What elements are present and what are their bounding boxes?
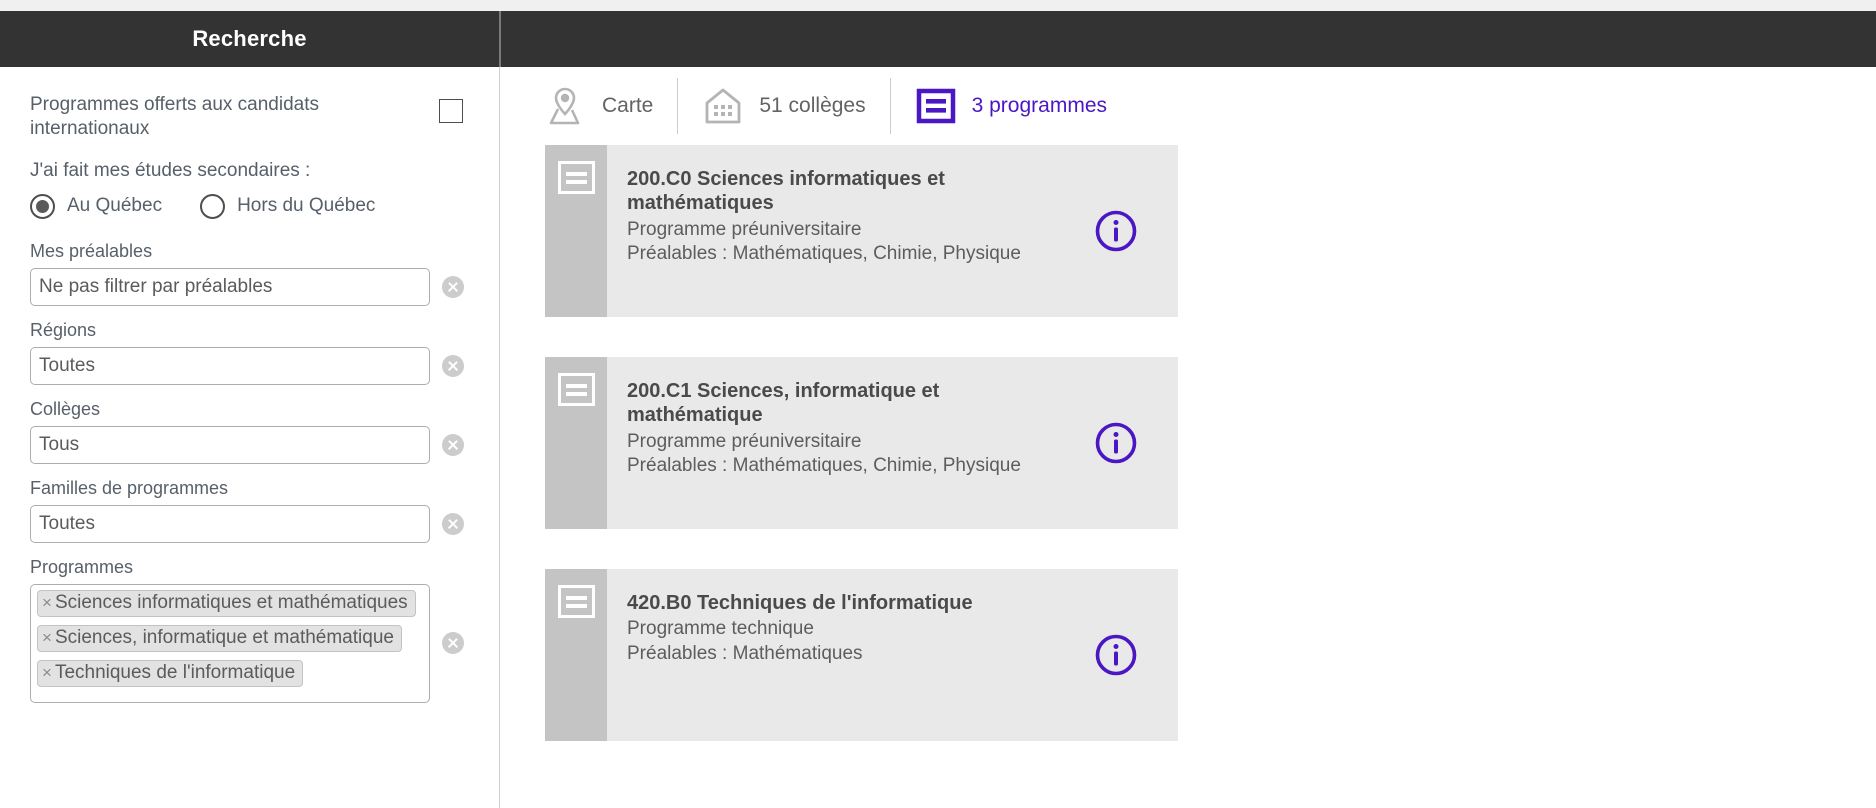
radio-au-quebec-label: Au Québec <box>67 195 162 217</box>
programme-tag-label: Techniques de l'informatique <box>55 662 295 683</box>
studies-question-label: J'ai fait mes études secondaires : <box>30 160 469 182</box>
card-body: 200.C1 Sciences, informatique et mathéma… <box>607 357 1178 529</box>
header-left-panel: Recherche <box>0 11 499 67</box>
toolbar-separator <box>890 78 891 134</box>
studies-radio-group: Au Québec Hors du Québec <box>30 194 469 219</box>
card-title: 420.B0 Techniques de l'informatique <box>627 591 1027 615</box>
field-colleges: Collèges <box>30 399 469 464</box>
international-programs-checkbox[interactable] <box>439 99 463 123</box>
tab-colleges[interactable]: 51 collèges <box>702 77 865 135</box>
list-icon <box>558 161 595 194</box>
info-icon[interactable] <box>1094 633 1138 677</box>
tag-remove-icon[interactable]: × <box>42 663 52 682</box>
radio-au-quebec[interactable] <box>30 194 55 219</box>
familles-input[interactable] <box>30 505 430 543</box>
map-pin-icon <box>545 85 587 127</box>
programme-tag[interactable]: ×Sciences, informatique et mathématique <box>37 625 402 652</box>
field-regions: Régions <box>30 320 469 385</box>
list-icon <box>915 85 957 127</box>
prealables-input[interactable] <box>30 268 430 306</box>
field-programmes-label: Programmes <box>30 557 469 578</box>
card-stripe <box>545 357 607 529</box>
tab-carte-label: Carte <box>602 94 653 118</box>
card-stripe <box>545 569 607 741</box>
colleges-input[interactable] <box>30 426 430 464</box>
programme-tag[interactable]: ×Sciences informatiques et mathématiques <box>37 590 416 617</box>
field-familles-label: Familles de programmes <box>30 478 469 499</box>
card-title: 200.C1 Sciences, informatique et mathéma… <box>627 379 1027 428</box>
college-building-icon <box>702 85 744 127</box>
international-programs-row: Programmes offerts aux candidats interna… <box>30 93 469 142</box>
card-title: 200.C0 Sciences informatiques et mathéma… <box>627 167 1027 216</box>
info-icon[interactable] <box>1094 421 1138 465</box>
clear-familles-icon[interactable] <box>442 513 464 535</box>
field-prealables-label: Mes préalables <box>30 241 469 262</box>
radio-option-au-quebec[interactable]: Au Québec <box>30 194 162 219</box>
clear-regions-icon[interactable] <box>442 355 464 377</box>
field-prealables: Mes préalables <box>30 241 469 306</box>
tab-carte[interactable]: Carte <box>545 77 653 135</box>
programme-card[interactable]: 200.C1 Sciences, informatique et mathéma… <box>545 357 1178 529</box>
tag-remove-icon[interactable]: × <box>42 593 52 612</box>
radio-hors-du-quebec-label: Hors du Québec <box>237 195 375 217</box>
tab-colleges-label: 51 collèges <box>759 94 865 118</box>
programmes-tag-box[interactable]: ×Sciences informatiques et mathématiques… <box>30 584 430 703</box>
list-icon <box>558 373 595 406</box>
card-body: 200.C0 Sciences informatiques et mathéma… <box>607 145 1178 317</box>
header-divider <box>499 11 501 67</box>
regions-input[interactable] <box>30 347 430 385</box>
programme-tag-label: Sciences informatiques et mathématiques <box>55 592 408 613</box>
info-icon[interactable] <box>1094 209 1138 253</box>
programme-card[interactable]: 420.B0 Techniques de l'informatique Prog… <box>545 569 1178 741</box>
tag-remove-icon[interactable]: × <box>42 628 52 647</box>
programme-card-list: 200.C0 Sciences informatiques et mathéma… <box>500 145 1876 741</box>
card-body: 420.B0 Techniques de l'informatique Prog… <box>607 569 1178 741</box>
tab-programmes[interactable]: 3 programmes <box>915 77 1107 135</box>
radio-hors-du-quebec[interactable] <box>200 194 225 219</box>
page-title: Recherche <box>192 26 306 52</box>
app-header: Recherche <box>0 11 1876 67</box>
field-familles-de-programmes: Familles de programmes <box>30 478 469 543</box>
main-content: Carte 51 collèges 3 programmes <box>500 67 1876 808</box>
field-programmes: Programmes ×Sciences informatiques et ma… <box>30 557 469 703</box>
top-strip <box>0 0 1876 11</box>
card-stripe <box>545 145 607 317</box>
programme-tag[interactable]: ×Techniques de l'informatique <box>37 660 303 687</box>
field-regions-label: Régions <box>30 320 469 341</box>
view-toolbar: Carte 51 collèges 3 programmes <box>500 67 1876 145</box>
clear-colleges-icon[interactable] <box>442 434 464 456</box>
search-sidebar: Programmes offerts aux candidats interna… <box>0 67 499 808</box>
clear-prealables-icon[interactable] <box>442 276 464 298</box>
international-programs-label: Programmes offerts aux candidats interna… <box>30 93 360 142</box>
clear-programmes-icon[interactable] <box>442 632 464 654</box>
field-colleges-label: Collèges <box>30 399 469 420</box>
radio-option-hors-du-quebec[interactable]: Hors du Québec <box>200 194 375 219</box>
programme-tag-label: Sciences, informatique et mathématique <box>55 627 394 648</box>
list-icon <box>558 585 595 618</box>
programme-card[interactable]: 200.C0 Sciences informatiques et mathéma… <box>545 145 1178 317</box>
toolbar-separator <box>677 78 678 134</box>
tab-programmes-label: 3 programmes <box>972 94 1107 118</box>
